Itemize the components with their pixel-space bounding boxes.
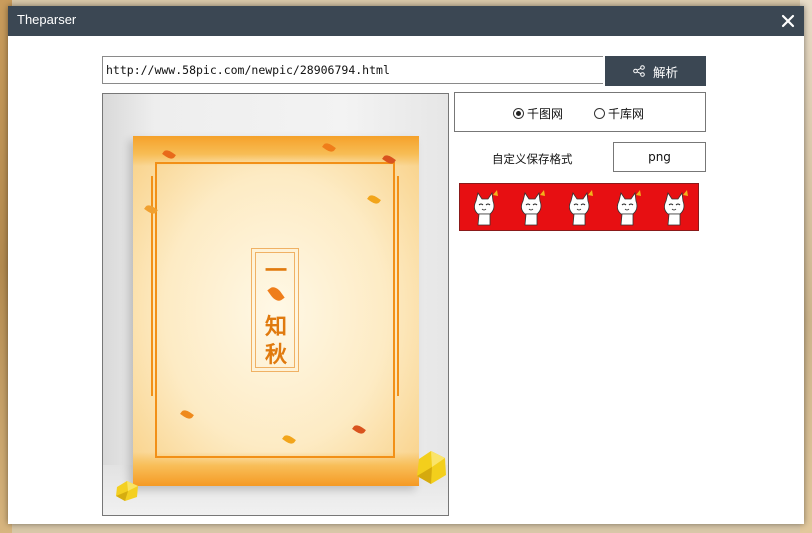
format-label: 自定义保存格式	[492, 152, 573, 166]
window-title: Theparser	[17, 12, 77, 27]
cat-thumbnail	[616, 190, 641, 226]
poster-char-3: 秋	[264, 342, 287, 368]
gem-icon	[417, 451, 446, 484]
close-button[interactable]	[778, 11, 798, 31]
radio-option-qianku[interactable]: 千库网	[594, 105, 644, 122]
format-input[interactable]	[613, 142, 706, 172]
source-selector: 千图网 千库网	[454, 92, 706, 132]
radio-label: 千图网	[527, 107, 564, 121]
app-window: Theparser 解析	[8, 6, 804, 524]
url-input[interactable]	[102, 56, 603, 84]
title-bar[interactable]: Theparser	[8, 6, 804, 36]
radio-label: 千库网	[608, 107, 645, 121]
gem-icon	[116, 481, 138, 501]
close-icon	[781, 14, 795, 28]
poster-char-1: 一	[264, 258, 287, 284]
parse-button-label: 解析	[652, 64, 678, 80]
poster-image: 一 知 秋	[133, 136, 419, 486]
parse-button[interactable]: 解析	[605, 56, 706, 86]
radio-unchecked-icon	[594, 108, 605, 119]
radio-option-qiantu[interactable]: 千图网	[513, 105, 563, 122]
cat-thumbnail	[568, 190, 593, 226]
cat-thumbnail	[664, 190, 689, 226]
thumbnail-strip[interactable]	[459, 183, 699, 231]
share-icon	[633, 65, 645, 77]
cat-thumbnail	[473, 190, 498, 226]
radio-checked-icon	[513, 108, 524, 119]
poster-title-box: 一 知 秋	[251, 248, 299, 372]
cat-thumbnail	[521, 190, 546, 226]
image-preview: 一 知 秋	[102, 93, 449, 516]
watermark: www.seoyu.net	[620, 500, 802, 525]
